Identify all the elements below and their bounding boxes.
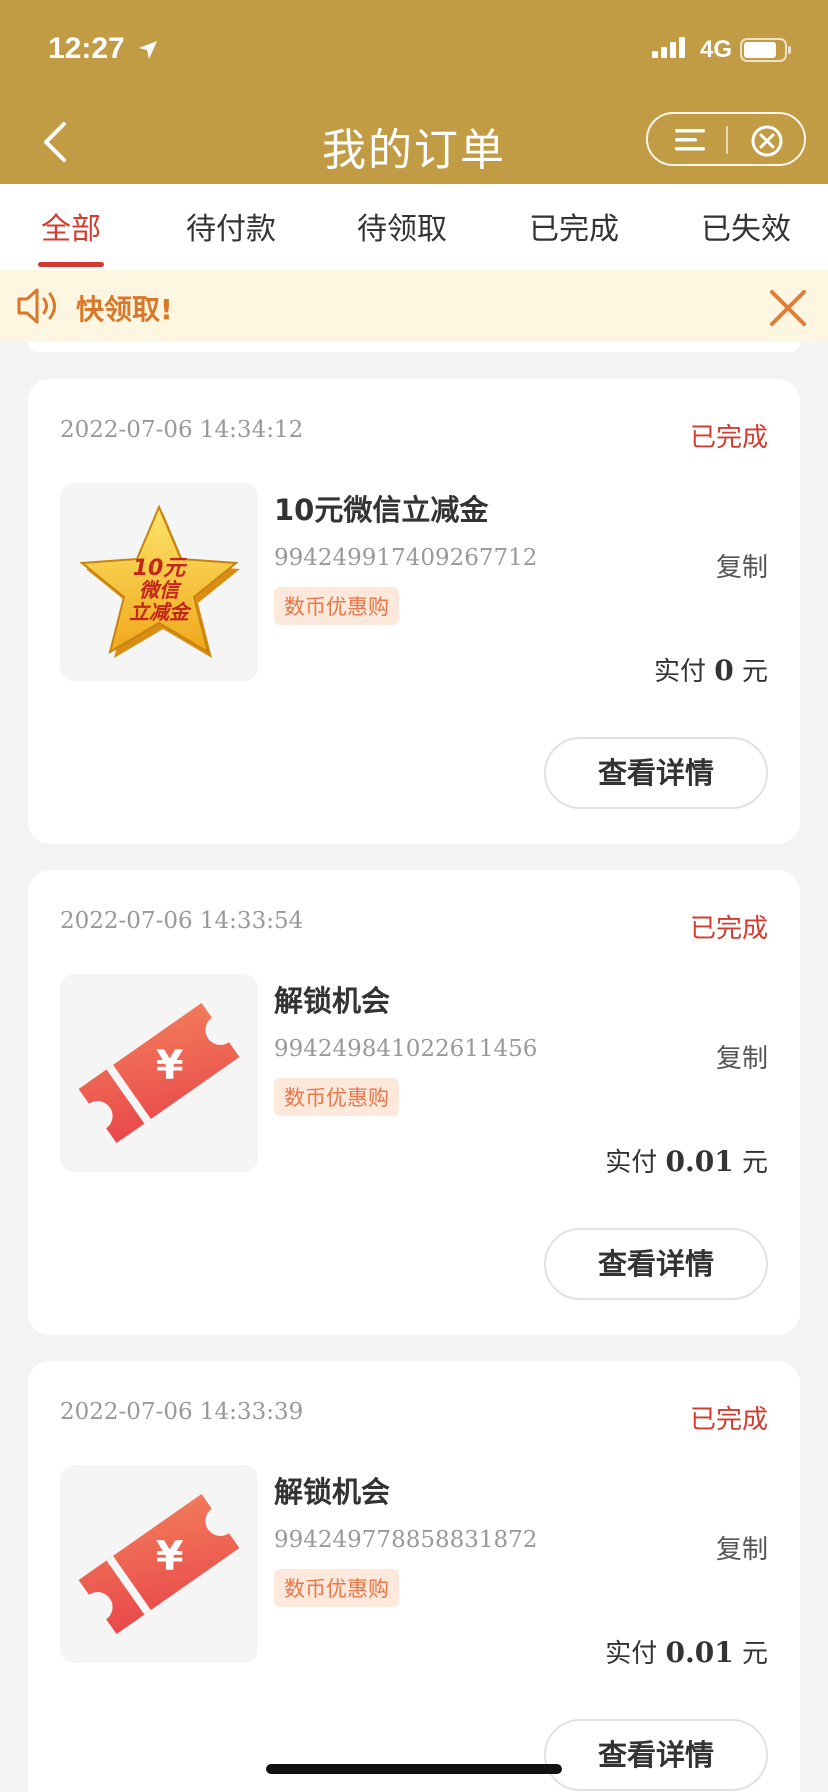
- view-details-button[interactable]: 查看详情: [544, 1719, 768, 1791]
- product-title: 10元微信立减金: [274, 493, 489, 527]
- tab-expired[interactable]: 已失效: [681, 204, 811, 248]
- order-date: 2022-07-06 14:34:12: [60, 417, 304, 443]
- promo-tag: 数币优惠购: [274, 1569, 399, 1607]
- paid-label: 实付: [653, 657, 706, 687]
- order-status: 已完成: [689, 914, 768, 944]
- copy-button[interactable]: 复制: [716, 1529, 768, 1566]
- close-circle-icon[interactable]: [750, 124, 784, 162]
- location-arrow-icon: [137, 39, 159, 65]
- speaker-icon: [16, 286, 62, 330]
- battery-icon: [740, 37, 794, 67]
- paid-unit: 元: [741, 1639, 768, 1669]
- ticket-icon: ¥: [78, 1493, 240, 1635]
- order-status: 已完成: [689, 423, 768, 453]
- paid-value: 0.01: [665, 1145, 734, 1178]
- mini-program-capsule: [646, 112, 806, 166]
- ticket-icon: ¥: [78, 1002, 240, 1144]
- signal-icon: [652, 36, 692, 64]
- paid-amount: 实付 0.01 元: [605, 1633, 768, 1670]
- order-card: 2022-07-06 14:34:12 已完成 10元 微信 立减金 10元微信…: [28, 379, 800, 844]
- notice-text: 快领取!: [76, 293, 173, 326]
- view-details-button[interactable]: 查看详情: [544, 1228, 768, 1300]
- header: 12:27 4G 我的订单: [0, 0, 828, 184]
- paid-unit: 元: [741, 657, 768, 687]
- promo-tag: 数币优惠购: [274, 1078, 399, 1116]
- tab-all[interactable]: 全部: [6, 204, 136, 248]
- nav-bar: 我的订单: [0, 100, 828, 184]
- close-icon[interactable]: [768, 288, 808, 332]
- network-type: 4G: [700, 36, 733, 63]
- copy-button[interactable]: 复制: [716, 547, 768, 584]
- paid-amount: 实付 0.01 元: [605, 1142, 768, 1179]
- view-details-button[interactable]: 查看详情: [544, 737, 768, 809]
- ticket-symbol: ¥: [156, 1534, 184, 1580]
- menu-icon[interactable]: [674, 126, 706, 158]
- product-title: 解锁机会: [274, 984, 391, 1018]
- star-text-line-2: 微信: [139, 578, 182, 602]
- order-number: 994249841022611456: [274, 1036, 538, 1062]
- paid-label: 实付: [605, 1639, 658, 1669]
- order-date: 2022-07-06 14:33:39: [60, 1399, 304, 1425]
- order-card: 2022-07-06 14:33:39 已完成 ¥ 解锁机会 994249778…: [28, 1361, 800, 1792]
- order-date: 2022-07-06 14:33:54: [60, 908, 304, 934]
- tab-to-claim[interactable]: 待领取: [337, 204, 467, 248]
- product-image[interactable]: ¥: [60, 974, 258, 1172]
- ticket-symbol: ¥: [156, 1043, 184, 1089]
- order-number: 994249778858831872: [274, 1527, 538, 1553]
- tab-pending-payment[interactable]: 待付款: [166, 204, 296, 248]
- capsule-divider: [726, 126, 728, 154]
- star-icon: 10元 微信 立减金: [79, 504, 240, 658]
- copy-button[interactable]: 复制: [716, 1038, 768, 1075]
- previous-card-edge: [28, 342, 800, 352]
- paid-unit: 元: [741, 1148, 768, 1178]
- paid-label: 实付: [605, 1148, 658, 1178]
- notice-bar[interactable]: 快领取!: [0, 270, 828, 342]
- promo-tag: 数币优惠购: [274, 587, 399, 625]
- paid-value: 0: [714, 654, 734, 687]
- tab-completed[interactable]: 已完成: [509, 204, 639, 248]
- order-status: 已完成: [689, 1405, 768, 1435]
- order-tabs: 全部 待付款 待领取 已完成 已失效: [0, 184, 828, 270]
- paid-amount: 实付 0 元: [654, 651, 768, 688]
- product-image[interactable]: ¥: [60, 1465, 258, 1663]
- paid-value: 0.01: [665, 1636, 734, 1669]
- product-title: 解锁机会: [274, 1475, 391, 1509]
- active-tab-indicator: [38, 262, 104, 267]
- home-indicator[interactable]: [266, 1764, 562, 1774]
- status-bar: 12:27 4G: [0, 0, 828, 100]
- product-image[interactable]: 10元 微信 立减金: [60, 483, 258, 681]
- star-text-line-3: 立减金: [129, 600, 192, 624]
- order-card: 2022-07-06 14:33:54 已完成 ¥ 解锁机会 994249841…: [28, 870, 800, 1335]
- status-time: 12:27: [48, 32, 125, 65]
- order-number: 994249917409267712: [274, 545, 538, 571]
